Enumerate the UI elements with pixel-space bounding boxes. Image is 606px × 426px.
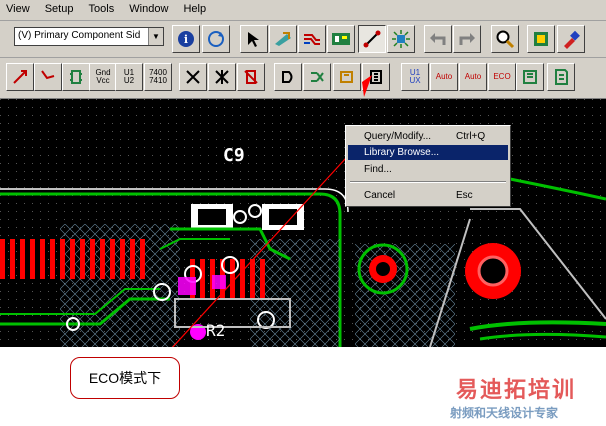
delete-connection-icon[interactable]	[179, 63, 207, 91]
add-component-icon[interactable]	[62, 63, 90, 91]
zoom-icon[interactable]	[491, 25, 519, 53]
auto-renumber-button[interactable]: Auto	[430, 63, 458, 91]
swap-u1-u2-button-label: U1 U2	[123, 68, 135, 85]
rename-ux-button[interactable]: U1 UX	[401, 63, 429, 91]
gnd-vcc-button-label: Gnd Vcc	[95, 68, 111, 85]
menu-setup[interactable]: Setup	[39, 0, 80, 15]
context-item-library-browse[interactable]: Library Browse...	[348, 145, 508, 160]
context-item-find[interactable]: Find...	[348, 162, 508, 177]
eco-report-icon[interactable]	[516, 63, 544, 91]
chevron-down-icon[interactable]: ▼	[148, 28, 163, 45]
menu-help[interactable]: Help	[177, 0, 212, 15]
context-item-query[interactable]: Query/Modify... Ctrl+Q	[348, 129, 508, 144]
layer-combo-value: (V) Primary Component Sid	[18, 30, 141, 41]
svg-text:i: i	[184, 33, 188, 46]
add-gate-icon[interactable]	[274, 63, 302, 91]
auto-ref-button[interactable]: Auto	[459, 63, 487, 91]
eco-options-button[interactable]: ECO	[488, 63, 516, 91]
ref-r2-label: R2	[206, 321, 226, 340]
paint-icon[interactable]	[557, 25, 585, 53]
context-separator	[350, 181, 506, 183]
design-verify-icon[interactable]	[387, 25, 415, 53]
gate-swap-7400-button[interactable]: 7400 7410	[144, 63, 172, 91]
menu-view[interactable]: View	[0, 0, 36, 15]
undo-icon[interactable]	[424, 25, 452, 53]
swap-gate-icon[interactable]	[303, 63, 331, 91]
delete-net-icon[interactable]	[208, 63, 236, 91]
eco-options-button-label: ECO	[493, 72, 511, 81]
add-connection-icon[interactable]	[6, 63, 34, 91]
watermark-title: 易迪拓培训	[456, 377, 577, 402]
change-component-icon[interactable]	[333, 63, 361, 91]
eco-icon[interactable]	[358, 25, 386, 53]
callout-text: ECO模式下	[88, 370, 162, 386]
gnd-vcc-button[interactable]: Gnd Vcc	[89, 63, 117, 91]
context-menu: Query/Modify... Ctrl+Q Library Browse...…	[345, 125, 511, 207]
swap-u1-u2-button[interactable]: U1 U2	[115, 63, 143, 91]
rename-ux-button-label: U1 UX	[409, 68, 421, 85]
pcb-drawing	[0, 99, 606, 347]
change-part-icon[interactable]	[362, 63, 390, 91]
context-item-cancel[interactable]: Cancel Esc	[348, 188, 508, 203]
library-icon[interactable]	[527, 25, 555, 53]
eco-mode-callout: ECO模式下	[70, 357, 180, 399]
route-icon[interactable]	[298, 25, 326, 53]
menu-bar: View Setup Tools Window Help	[0, 0, 606, 21]
design-icon[interactable]	[327, 25, 355, 53]
eco-file-icon[interactable]	[547, 63, 575, 91]
select-arrow-icon[interactable]	[240, 25, 268, 53]
auto-renumber-button-label: Auto	[435, 72, 453, 81]
redo-icon[interactable]	[453, 25, 481, 53]
auto-ref-button-label: Auto	[464, 72, 482, 81]
watermark-subtitle: 射频和天线设计专家	[450, 406, 559, 420]
pcb-canvas[interactable]	[0, 99, 606, 347]
info-icon[interactable]: i	[172, 25, 200, 53]
refresh-icon[interactable]	[202, 25, 230, 53]
menu-window[interactable]: Window	[123, 0, 174, 15]
ref-c9-label: C9	[223, 145, 245, 166]
gate-swap-7400-button-label: 7400 7410	[149, 68, 167, 85]
delete-component-icon[interactable]	[237, 63, 265, 91]
add-route-icon[interactable]	[34, 63, 62, 91]
layer-combo[interactable]: (V) Primary Component Sid ▼	[14, 27, 164, 46]
menu-tools[interactable]: Tools	[83, 0, 121, 15]
drafting-icon[interactable]	[269, 25, 297, 53]
